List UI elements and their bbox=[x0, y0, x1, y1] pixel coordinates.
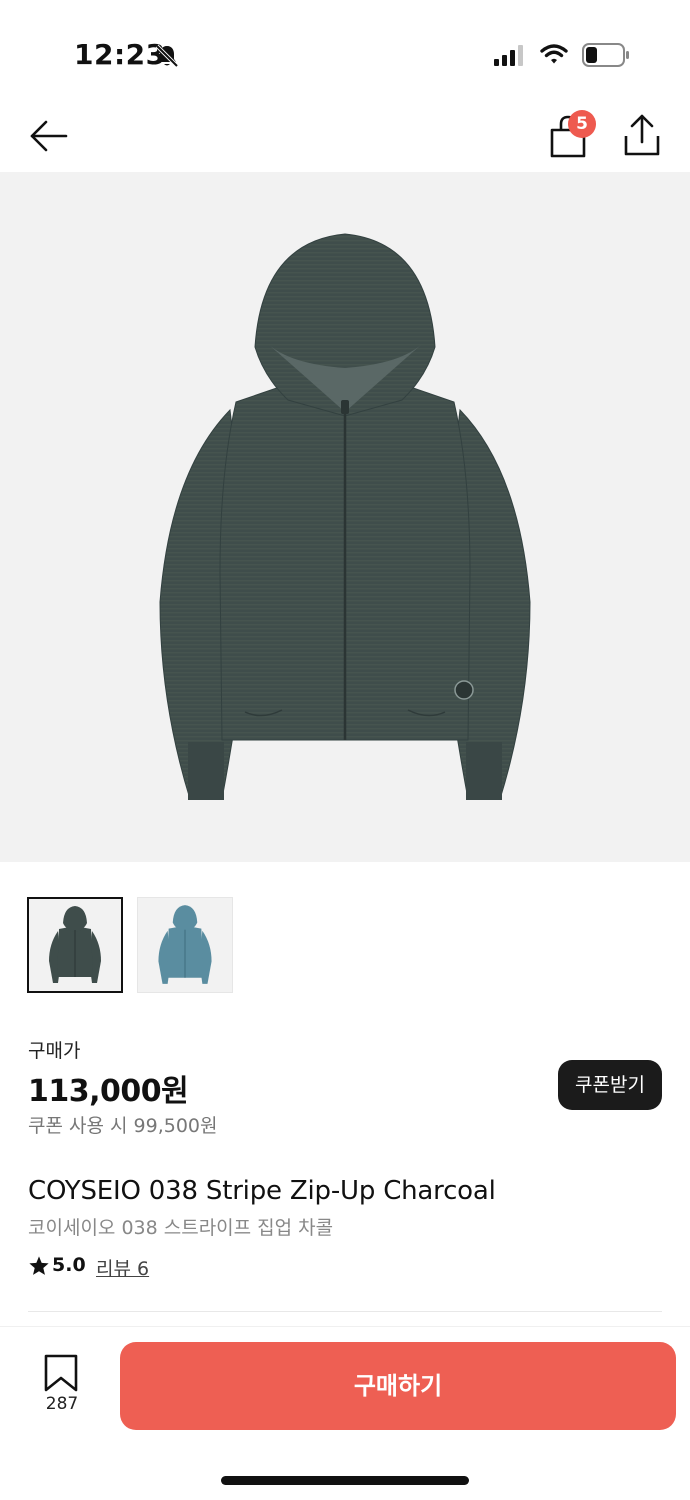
bookmark-count: 287 bbox=[45, 1394, 79, 1414]
thumbnail-blue[interactable] bbox=[137, 897, 233, 993]
rating-value: 5.0 bbox=[52, 1254, 86, 1276]
status-time: 12:23 bbox=[74, 38, 166, 71]
share-icon[interactable] bbox=[620, 112, 664, 160]
star-icon bbox=[29, 1256, 49, 1275]
divider bbox=[28, 1311, 662, 1312]
arrow-left-icon[interactable] bbox=[26, 114, 70, 158]
product-image[interactable] bbox=[0, 172, 690, 862]
wifi-icon bbox=[540, 44, 568, 64]
home-indicator bbox=[221, 1476, 469, 1485]
product-name-en: COYSEIO 038 Stripe Zip-Up Charcoal bbox=[28, 1176, 496, 1206]
coupon-price: 쿠폰 사용 시 99,500원 bbox=[28, 1115, 218, 1137]
status-bar: 12:23 bbox=[0, 0, 690, 100]
nav-bar: 5 bbox=[0, 100, 690, 172]
price-value: 113,000원 bbox=[28, 1074, 189, 1109]
hoodie-image bbox=[159, 233, 531, 800]
hoodie-thumbnail bbox=[158, 905, 212, 984]
battery-icon bbox=[582, 43, 629, 67]
review-link[interactable]: 리뷰 6 bbox=[96, 1254, 149, 1281]
cart-count-badge: 5 bbox=[568, 110, 596, 138]
bookmark-icon bbox=[44, 1354, 78, 1392]
buy-button[interactable]: 구매하기 bbox=[120, 1342, 676, 1430]
get-coupon-button[interactable]: 쿠폰받기 bbox=[558, 1060, 662, 1110]
bell-off-icon bbox=[155, 44, 179, 68]
thumbnail-charcoal[interactable] bbox=[27, 897, 123, 993]
cellular-signal-icon bbox=[494, 45, 523, 66]
product-name-ko: 코이세이오 038 스트라이프 집업 차콜 bbox=[28, 1217, 334, 1239]
hoodie-thumbnail bbox=[49, 906, 101, 983]
bookmark-button[interactable]: 287 bbox=[30, 1352, 94, 1424]
price-label: 구매가 bbox=[28, 1040, 81, 1062]
